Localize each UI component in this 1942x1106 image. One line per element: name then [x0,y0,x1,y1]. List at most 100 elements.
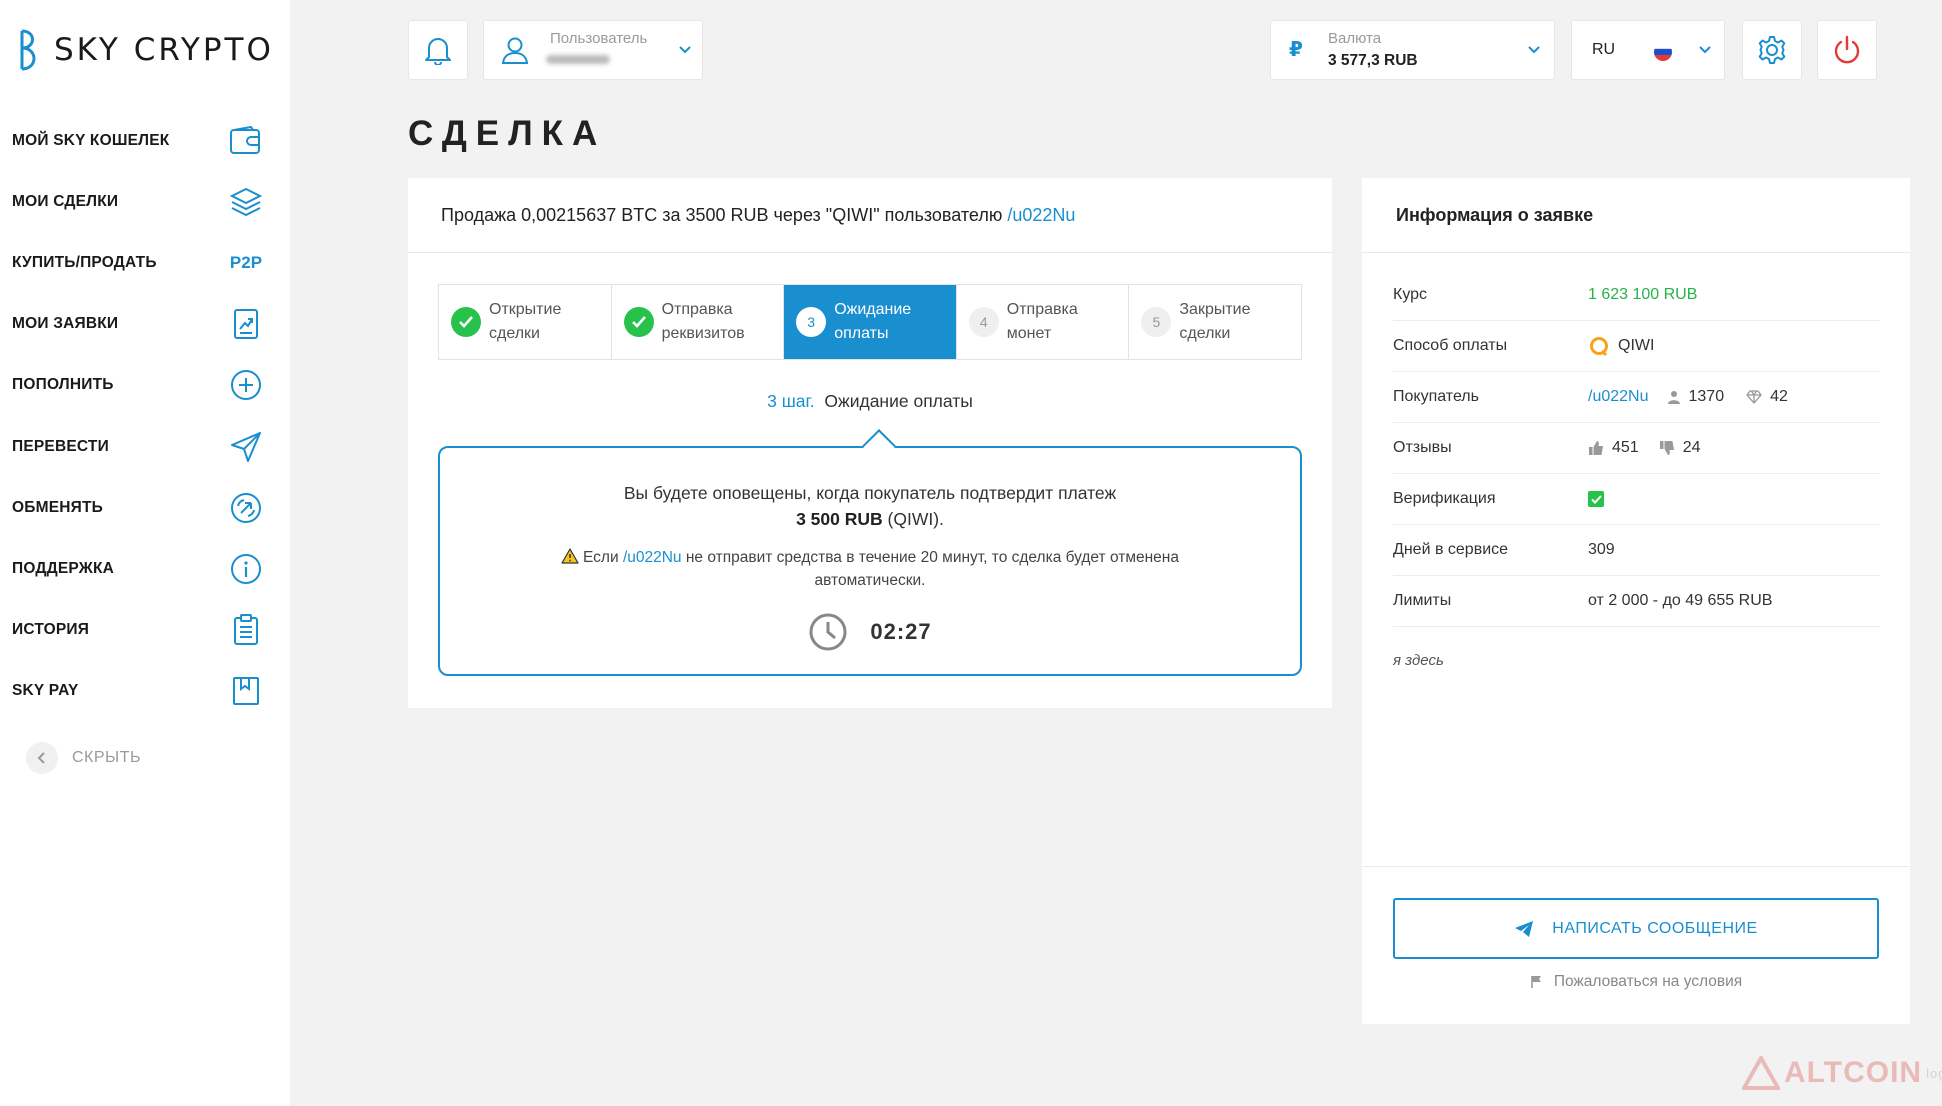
verified-check-icon [1588,491,1604,507]
currency-dropdown[interactable]: ₽ Валюта 3 577,3 RUB [1270,20,1555,80]
step-label: монет [1006,325,1052,342]
info-title: Информация о заявке [1362,178,1910,253]
info-row-payment: Способ оплаты QIWI [1393,321,1880,372]
sidebar-item-label: ПОДДЕРЖКА [12,559,115,577]
sidebar-item-sky-pay[interactable]: SKY PAY [0,661,290,722]
current-step-title: 3 шаг. Ожидание оплаты [408,391,1332,412]
step-1: Открытие сделки [439,285,612,359]
watermark: ALTCOINlog [1742,1056,1942,1090]
write-message-button[interactable]: НАПИСАТЬ СООБЩЕНИЕ [1393,898,1879,959]
check-circle-icon [623,307,654,337]
user-dropdown[interactable]: Пользователь [483,20,703,80]
warning-icon [561,548,579,564]
buyer-rating: 42 [1770,388,1788,405]
deal-steps: Открытие сделки Отправка реквизитов 3 Ожид… [438,284,1302,360]
sidebar-item-orders[interactable]: МОИ ЗАЯВКИ [0,294,290,355]
plus-circle-icon [226,365,266,405]
buyer-deals: 1370 [1688,388,1725,405]
divider [1362,866,1910,867]
sidebar-item-wallet[interactable]: МОЙ SKY КОШЕЛЕК [0,110,290,171]
days-label: Дней в сервисе [1393,541,1509,558]
sidebar-item-label: ПЕРЕВЕСТИ [12,437,109,455]
sidebar-item-buy-sell[interactable]: КУПИТЬ/ПРОДАТЬ P2P [0,232,290,293]
step-3-active: 3 Ожидание оплаты [784,285,957,359]
ruble-icon: ₽ [1289,39,1303,61]
buyer-link[interactable]: /u022Nu [1588,388,1649,406]
sidebar-item-support[interactable]: ПОДДЕРЖКА [0,538,290,599]
chevron-down-icon [679,46,691,54]
step-number: 5 [1141,307,1172,337]
cancel-warning: Если /u022Nu не отправит средства в тече… [510,546,1230,592]
page-title: СДЕЛКА [408,114,607,153]
sidebar-item-label: ОБМЕНЯТЬ [12,498,103,516]
info-icon [226,549,266,589]
sidebar-item-label: SKY PAY [12,682,79,700]
check-circle-icon [451,307,481,337]
chevron-left-icon [26,742,58,774]
sidebar-item-history[interactable]: ИСТОРИЯ [0,600,290,661]
info-row-days: Дней в сервисе 309 [1393,525,1880,576]
gear-icon [1758,36,1786,64]
logo[interactable]: SKY CRYPTO [18,28,274,72]
deal-header: Продажа 0,00215637 BTC за 3500 RUB через… [408,178,1332,253]
panel-pointer [862,429,896,463]
sidebar-item-deposit[interactable]: ПОПОЛНИТЬ [0,355,290,416]
hide-sidebar-label: СКРЫТЬ [72,749,141,766]
warning-user-link[interactable]: /u022Nu [623,549,682,566]
sidebar-item-label: МОИ ЗАЯВКИ [12,315,119,333]
logo-icon [20,29,36,71]
logout-button[interactable] [1817,20,1877,80]
diamond-icon [1746,390,1762,404]
info-rows: Курс 1 623 100 RUB Способ оплаты QIWI По… [1393,270,1880,627]
power-icon [1834,35,1860,64]
user-label: Пользователь [550,30,648,47]
notifications-button[interactable] [408,20,468,80]
step-label: Отправка [661,301,733,318]
info-row-reviews: Отзывы 451 24 [1393,423,1880,474]
qiwi-icon [1590,337,1608,357]
wallet-icon [226,121,266,161]
flag-ru-icon [1654,43,1672,61]
sidebar-menu: МОЙ SKY КОШЕЛЕК МОИ СДЕЛКИ КУПИТЬ/ПРОДАТ… [0,110,290,722]
step-label: Ожидание [834,301,912,318]
order-note: я здесь [1393,652,1444,669]
step-label: реквизитов [661,325,745,342]
days-value: 309 [1588,541,1615,558]
p2p-icon: P2P [229,252,263,272]
sidebar-item-label: ПОПОЛНИТЬ [12,376,114,394]
exchange-icon [226,488,266,528]
buyer-label: Покупатель [1393,388,1479,405]
payment-value: QIWI [1618,337,1655,354]
sidebar-item-exchange[interactable]: ОБМЕНЯТЬ [0,477,290,538]
watermark-text: ALTCOIN [1784,1056,1923,1089]
chevron-down-icon [1528,46,1540,54]
rate-label: Курс [1393,286,1428,303]
step-label: Открытие [489,301,562,318]
telegram-icon [1515,920,1534,937]
settings-button[interactable] [1742,20,1802,80]
complain-link[interactable]: Пожаловаться на условия [1362,973,1910,991]
payment-label: Способ оплаты [1393,337,1508,354]
sidebar-item-label: МОЙ SKY КОШЕЛЕК [12,131,170,149]
deal-description: Продажа 0,00215637 BTC за 3500 RUB через… [441,204,1008,225]
sidebar-item-deals[interactable]: МОИ СДЕЛКИ [0,171,290,232]
user-icon [501,37,529,64]
info-row-verification: Верификация [1393,474,1880,525]
language-dropdown[interactable]: RU [1571,20,1725,80]
verification-label: Верификация [1393,490,1496,507]
currency-label: Валюта [1328,30,1382,47]
step-label: сделки [489,325,540,342]
chart-doc-icon [226,304,266,344]
notice-amount: 3 500 RUB [796,509,883,529]
waiting-payment-panel: Вы будете оповещены, когда покупатель по… [438,429,1302,676]
order-info-card: Информация о заявке Курс 1 623 100 RUB С… [1362,178,1910,1024]
bookmark-icon [226,671,266,711]
deal-user-link[interactable]: /u022Nu [1007,205,1075,226]
limits-label: Лимиты [1393,592,1452,609]
language-code: RU [1592,41,1616,58]
send-icon [226,427,266,467]
step-label: оплаты [834,325,889,342]
rate-value: 1 623 100 RUB [1588,286,1698,303]
hide-sidebar-button[interactable]: СКРЫТЬ [26,742,141,774]
sidebar-item-transfer[interactable]: ПЕРЕВЕСТИ [0,416,290,477]
